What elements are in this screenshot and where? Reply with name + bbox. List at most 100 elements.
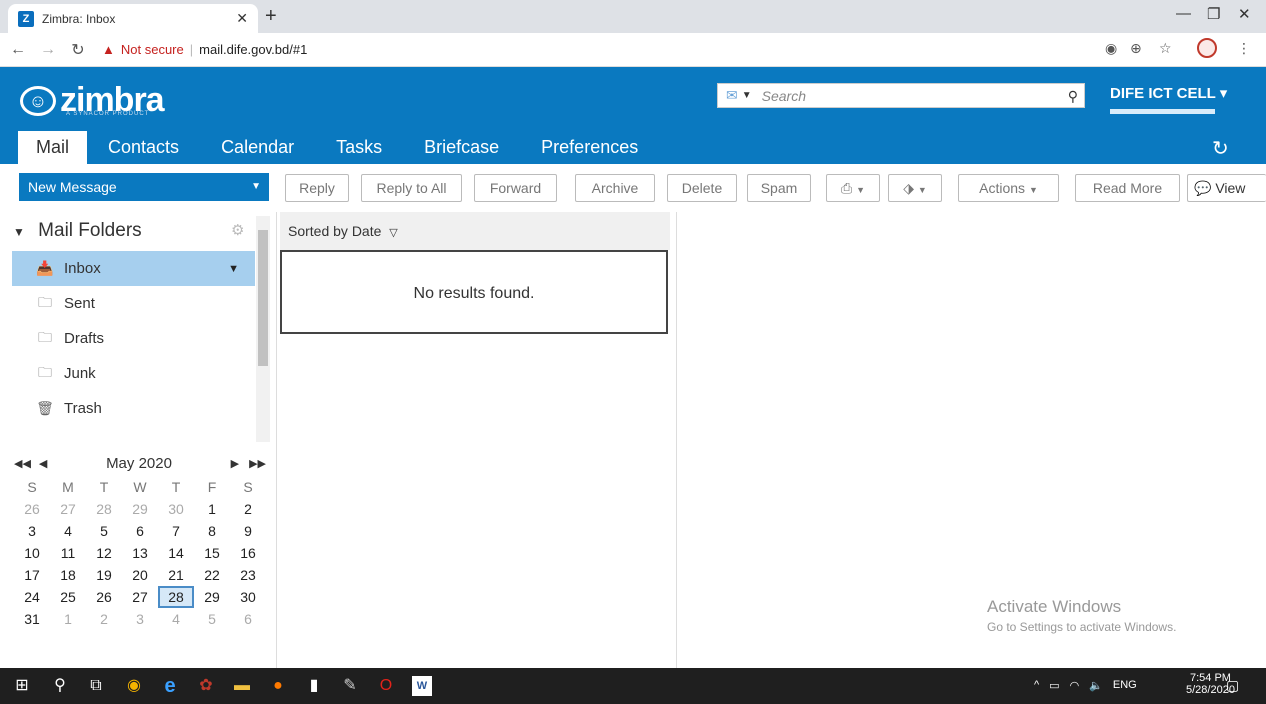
calendar-day[interactable]: 29 — [194, 586, 230, 608]
calendar-day[interactable]: 8 — [194, 520, 230, 542]
profile-avatar[interactable] — [1197, 38, 1217, 58]
next-month-icon[interactable]: ▶ — [231, 457, 239, 470]
calendar-day[interactable]: 9 — [230, 520, 266, 542]
calendar-day[interactable]: 24 — [14, 586, 50, 608]
envelope-icon[interactable]: ✉ — [726, 87, 738, 104]
calendar-day[interactable]: 28 — [158, 586, 194, 608]
folder-scrollbar[interactable] — [256, 216, 270, 442]
forward-button[interactable]: Forward — [474, 174, 557, 202]
menu-kebab-icon[interactable]: ⋮ — [1237, 40, 1251, 57]
close-window-icon[interactable]: ✕ — [1238, 5, 1251, 23]
search-icon[interactable]: ⚲ — [50, 676, 70, 696]
calendar-day[interactable]: 22 — [194, 564, 230, 586]
word-icon[interactable]: W — [412, 676, 432, 696]
chrome-icon[interactable]: ◉ — [124, 676, 144, 696]
tag-dropdown-button[interactable]: ⬗ ▼ — [888, 174, 942, 202]
eye-icon[interactable]: ◉ — [1105, 40, 1117, 57]
calendar-day[interactable]: 1 — [194, 498, 230, 520]
tab-close-icon[interactable]: ✕ — [236, 10, 248, 27]
refresh-icon[interactable]: ↻ — [1212, 136, 1229, 161]
calendar-day[interactable]: 2 — [230, 498, 266, 520]
bookmark-star-icon[interactable]: ☆ — [1159, 40, 1172, 57]
calendar-day[interactable]: 4 — [158, 608, 194, 630]
calendar-day[interactable]: 16 — [230, 542, 266, 564]
scrollbar-thumb[interactable] — [258, 230, 268, 366]
calendar-day[interactable]: 5 — [86, 520, 122, 542]
calendar-day[interactable]: 18 — [50, 564, 86, 586]
calendar-day[interactable]: 27 — [50, 498, 86, 520]
restore-icon[interactable]: ❐ — [1207, 5, 1220, 23]
calendar-day[interactable]: 20 — [122, 564, 158, 586]
chevron-down-icon[interactable]: ▼ — [742, 90, 752, 101]
calendar-day[interactable]: 29 — [122, 498, 158, 520]
new-tab-icon[interactable]: + — [265, 5, 277, 28]
edge-icon[interactable]: e — [160, 676, 180, 696]
tab-preferences[interactable]: Preferences — [520, 131, 659, 164]
url-field[interactable]: ▲ Not secure | mail.dife.gov.bd/#1 — [102, 42, 307, 57]
paint-icon[interactable]: ✎ — [340, 676, 360, 696]
search-input[interactable] — [761, 87, 1032, 104]
calendar-day[interactable]: 31 — [14, 608, 50, 630]
calendar-day[interactable]: 5 — [194, 608, 230, 630]
calendar-day[interactable]: 6 — [230, 608, 266, 630]
calendar-day[interactable]: 3 — [122, 608, 158, 630]
browser-tab[interactable]: Z Zimbra: Inbox ✕ — [8, 4, 258, 33]
prev-year-icon[interactable]: ◀◀ — [14, 457, 31, 470]
calendar-day[interactable]: 12 — [86, 542, 122, 564]
calendar-day[interactable]: 23 — [230, 564, 266, 586]
calendar-day[interactable]: 11 — [50, 542, 86, 564]
chevron-down-icon[interactable]: ▼ — [251, 173, 261, 201]
calendar-day[interactable]: 3 — [14, 520, 50, 542]
calendar-day[interactable]: 17 — [14, 564, 50, 586]
actions-button[interactable]: Actions ▼ — [958, 174, 1059, 202]
opera-icon[interactable]: O — [376, 676, 396, 696]
windows-start-icon[interactable]: ⊞ — [12, 676, 32, 696]
calendar-day[interactable]: 30 — [158, 498, 194, 520]
search-icon[interactable]: ⚲ — [1068, 88, 1078, 105]
sort-header[interactable]: Sorted by Date ▽ — [280, 212, 670, 250]
calendar-day[interactable]: 27 — [122, 586, 158, 608]
mail-folders-header[interactable]: ▼ Mail Folders — [13, 220, 142, 242]
firefox-icon[interactable]: ● — [268, 676, 288, 696]
notepad-icon[interactable]: ▮ — [304, 676, 324, 696]
calendar-day[interactable]: 4 — [50, 520, 86, 542]
calendar-day[interactable]: 10 — [14, 542, 50, 564]
archive-button[interactable]: Archive — [575, 174, 655, 202]
chevron-up-icon[interactable]: ^ — [1034, 679, 1039, 692]
calendar-day[interactable]: 6 — [122, 520, 158, 542]
calendar-day[interactable]: 7 — [158, 520, 194, 542]
calendar-day[interactable]: 13 — [122, 542, 158, 564]
spam-button[interactable]: Spam — [747, 174, 811, 202]
calendar-day[interactable]: 1 — [50, 608, 86, 630]
forward-icon[interactable]: → — [36, 41, 60, 59]
read-more-button[interactable]: Read More — [1075, 174, 1180, 202]
folder-trash[interactable]: 🗑 Trash — [12, 391, 255, 426]
calendar-day[interactable]: 26 — [86, 586, 122, 608]
reload-icon[interactable]: ↻ — [66, 40, 90, 60]
reply-all-button[interactable]: Reply to All — [361, 174, 462, 202]
calendar-day[interactable]: 26 — [14, 498, 50, 520]
calendar-day[interactable]: 21 — [158, 564, 194, 586]
folder-drafts[interactable]: 🗀 Drafts — [12, 321, 255, 356]
back-icon[interactable]: ← — [6, 41, 30, 59]
calendar-day[interactable]: 14 — [158, 542, 194, 564]
language-indicator[interactable]: ENG — [1113, 679, 1137, 692]
folder-junk[interactable]: 🗀 Junk — [12, 356, 255, 391]
notification-icon[interactable]: ▢ — [1226, 677, 1239, 694]
print-dropdown-button[interactable]: ⎙ ▼ — [826, 174, 880, 202]
next-year-icon[interactable]: ▶▶ — [249, 457, 266, 470]
gear-icon[interactable]: ⚙ — [231, 221, 244, 239]
battery-icon[interactable]: ▭ — [1049, 679, 1059, 692]
calendar-day[interactable]: 28 — [86, 498, 122, 520]
minimize-icon[interactable]: — — [1176, 5, 1191, 22]
folder-inbox[interactable]: 📥 Inbox ▼ — [12, 251, 255, 286]
folder-sent[interactable]: 🗀 Sent — [12, 286, 255, 321]
chevron-down-icon[interactable]: ▼ — [228, 263, 239, 275]
user-menu[interactable]: DIFE ICT CELL ▾ — [1110, 84, 1227, 102]
file-explorer-icon[interactable]: ▬ — [232, 676, 252, 696]
reply-button[interactable]: Reply — [285, 174, 349, 202]
view-button[interactable]: 💬 View — [1187, 174, 1266, 202]
tab-tasks[interactable]: Tasks — [315, 131, 403, 164]
task-view-icon[interactable]: ⧉ — [86, 676, 106, 696]
app-icon[interactable]: ✿ — [196, 676, 216, 696]
